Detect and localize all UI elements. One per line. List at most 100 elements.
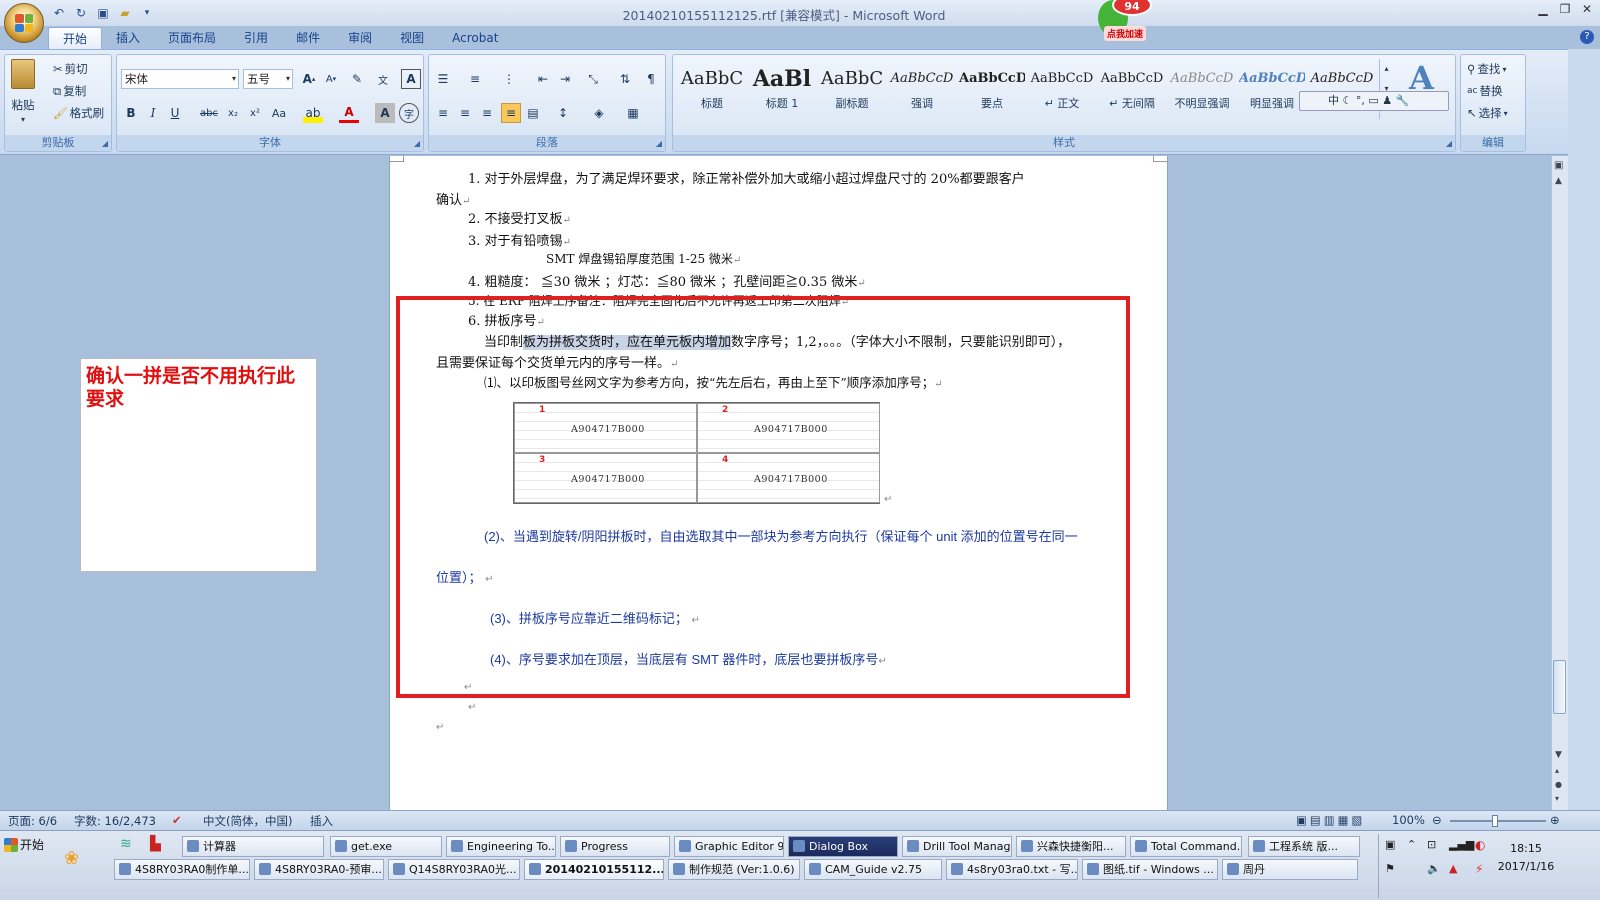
taskbar-item[interactable]: 周丹 <box>1222 859 1358 880</box>
pdf-icon[interactable]: ▙ <box>150 836 161 852</box>
taskbar-item[interactable]: Graphic Editor 9... <box>674 836 784 857</box>
tab-page-layout[interactable]: 页面布局 <box>154 27 230 49</box>
taskbar-item[interactable]: Engineering To... <box>446 836 556 857</box>
underline-icon[interactable]: U <box>165 103 185 123</box>
tab-references[interactable]: 引用 <box>230 27 282 49</box>
quick-launch-icon[interactable]: ≋ <box>120 836 132 852</box>
style-strong[interactable]: AaBbCcD 要点 <box>959 63 1025 121</box>
char-shading-icon[interactable]: A <box>375 103 395 123</box>
tab-acrobat[interactable]: Acrobat <box>438 27 512 49</box>
tab-insert[interactable]: 插入 <box>102 27 154 49</box>
taskbar-item[interactable]: CAM_Guide v2.75 <box>804 859 942 880</box>
dialog-launcher-icon[interactable]: ◢ <box>414 139 420 148</box>
borders-icon[interactable]: ▦ <box>623 103 643 123</box>
style-normal[interactable]: AaBbCcD ↵ 正文 <box>1029 63 1095 121</box>
style-subtitle[interactable]: AaBbC 副标题 <box>819 63 885 121</box>
copy-button[interactable]: ⧉ 复制 <box>53 83 86 99</box>
close-icon[interactable]: ✕ <box>1580 2 1594 16</box>
taskbar-item[interactable]: Progress <box>560 836 670 857</box>
grow-font-icon[interactable]: A ▴ <box>299 69 319 89</box>
style-no-spacing[interactable]: AaBbCcD ↵ 无间隔 <box>1099 63 1165 121</box>
font-color-icon[interactable]: A <box>339 103 359 123</box>
restore-icon[interactable]: ❐ <box>1558 2 1572 16</box>
style-heading-1[interactable]: AaBl 标题 1 <box>749 63 815 121</box>
view-buttons[interactable]: ▣▤▥▦▧ <box>1296 813 1365 827</box>
taskbar-item[interactable]: 计算器 <box>182 836 324 857</box>
taskbar-item[interactable]: 兴森快捷衡阳... <box>1016 836 1126 857</box>
enclose-char-icon[interactable]: 字 <box>399 103 419 123</box>
font-name-combo[interactable]: 宋体 ▾ <box>121 69 239 89</box>
tray-icon[interactable]: ⚡ <box>1475 862 1483 876</box>
tab-home[interactable]: 开始 <box>48 27 103 49</box>
speed-up-widget[interactable]: 94 点我加速 <box>1082 0 1154 44</box>
tab-review[interactable]: 审阅 <box>334 27 386 49</box>
numbering-icon[interactable]: ≡ <box>465 69 485 89</box>
zoom-slider-thumb[interactable] <box>1492 815 1498 827</box>
scroll-thumb[interactable] <box>1553 660 1566 714</box>
sort-icon[interactable]: ⇅ <box>615 69 635 89</box>
bullets-icon[interactable]: ☰ <box>433 69 453 89</box>
asian-layout-icon[interactable]: ⤡ <box>583 69 603 89</box>
prev-page-icon[interactable]: ▴ <box>1555 766 1559 775</box>
quick-launch-icon[interactable]: ❀ <box>64 848 79 869</box>
dialog-launcher-icon[interactable]: ◢ <box>656 139 662 148</box>
increase-indent-icon[interactable]: ⇥ <box>555 69 575 89</box>
superscript-icon[interactable]: x² <box>245 103 265 123</box>
find-button[interactable]: ⚲ 查找 ▾ <box>1467 61 1506 77</box>
help-icon[interactable]: ? <box>1580 30 1594 44</box>
distributed-icon[interactable]: ▤ <box>523 103 543 123</box>
browse-object-icon[interactable]: ● <box>1555 780 1562 789</box>
word-count[interactable]: 字数: 16/2,473 <box>74 813 156 829</box>
cut-button[interactable]: ✂ 剪切 <box>53 61 88 77</box>
network-icon[interactable]: ⊡ <box>1427 838 1436 851</box>
italic-icon[interactable]: I <box>143 103 163 123</box>
select-button[interactable]: ↖ 选择 ▾ <box>1467 105 1508 121</box>
phonetic-guide-icon[interactable]: 文 <box>373 69 393 89</box>
highlight-icon[interactable]: ab <box>303 103 323 123</box>
taskbar-item[interactable]: get.exe <box>330 836 442 857</box>
scroll-down-icon[interactable]: ▼ <box>1555 750 1562 760</box>
ime-toolbar[interactable]: 中 ☾ °, ▭ ♟ 🔧 <box>1299 91 1449 111</box>
taskbar-item[interactable]: Q14S8RY03RA0光... <box>388 859 520 880</box>
justify-icon[interactable]: ≡ <box>501 103 521 123</box>
clock[interactable]: 18:15 2017/1/16 <box>1496 840 1556 876</box>
zoom-level[interactable]: 100% <box>1392 813 1425 827</box>
ruler-toggle-icon[interactable]: ▣ <box>1554 160 1563 171</box>
start-button[interactable]: 开始 <box>2 834 50 856</box>
align-center-icon[interactable]: ≡ <box>455 103 475 123</box>
taskbar-item-active[interactable]: Dialog Box <box>788 836 898 857</box>
signal-icon[interactable]: ▂▄▆ <box>1449 838 1474 851</box>
style-subtle-emphasis[interactable]: AaBbCcD 不明显强调 <box>1169 63 1235 121</box>
tray-icon[interactable]: ▲ <box>1449 862 1457 875</box>
taskbar-item[interactable]: 4S8RY03RA0-预审... <box>254 859 384 880</box>
multilevel-list-icon[interactable]: ⋮ <box>499 69 519 89</box>
zoom-slider[interactable] <box>1450 820 1546 822</box>
shading-icon[interactable]: ◈ <box>589 103 609 123</box>
style-intense-emphasis[interactable]: AaBbCcD 明显强调 <box>1239 63 1305 121</box>
taskbar-item[interactable]: 工程系统 版... <box>1248 836 1360 857</box>
taskbar-item-current[interactable]: 20140210155112... <box>524 859 664 880</box>
scroll-up-icon[interactable]: ▲ <box>1555 176 1562 186</box>
tray-expand-icon[interactable]: ⌃ <box>1407 838 1416 851</box>
clear-format-icon[interactable]: ✎ <box>347 69 367 89</box>
taskbar-item[interactable]: Total Command... <box>1130 836 1242 857</box>
proofing-icon[interactable]: ✔ <box>172 813 182 827</box>
minimize-icon[interactable]: ▁ <box>1536 2 1550 16</box>
dialog-launcher-icon[interactable]: ◢ <box>1446 139 1452 148</box>
char-border-icon[interactable]: A <box>401 69 421 89</box>
next-page-icon[interactable]: ▾ <box>1555 794 1559 803</box>
insert-mode[interactable]: 插入 <box>310 813 333 829</box>
bold-icon[interactable]: B <box>121 103 141 123</box>
style-emphasis[interactable]: AaBbCcD 强调 <box>889 63 955 121</box>
decrease-indent-icon[interactable]: ⇤ <box>533 69 553 89</box>
taskbar-item[interactable]: Drill Tool Manager <box>902 836 1012 857</box>
paste-button[interactable]: 粘贴 ▾ <box>11 59 35 124</box>
font-size-combo[interactable]: 五号 ▾ <box>243 69 293 89</box>
show-marks-icon[interactable]: ¶ <box>641 69 661 89</box>
office-button[interactable] <box>4 3 44 43</box>
dialog-launcher-icon[interactable]: ◢ <box>102 139 108 148</box>
page-count[interactable]: 页面: 6/6 <box>8 813 57 829</box>
tab-mailings[interactable]: 邮件 <box>282 27 334 49</box>
volume-icon[interactable]: 🔈 <box>1427 862 1441 875</box>
subscript-icon[interactable]: x₂ <box>223 103 243 123</box>
